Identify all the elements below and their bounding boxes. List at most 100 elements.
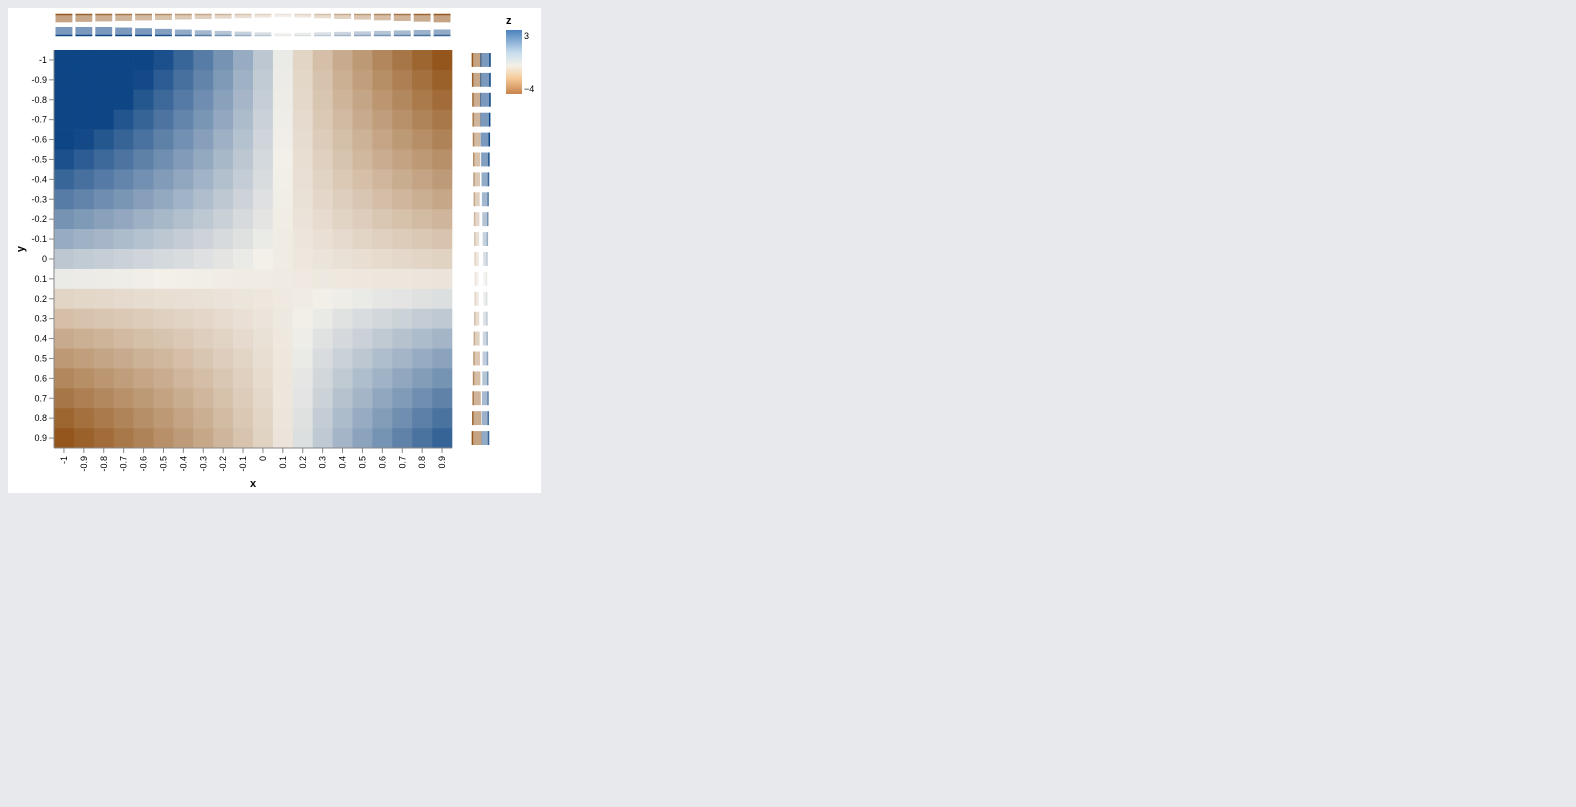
heatmap-cell	[352, 149, 373, 170]
heatmap-cell	[312, 268, 333, 290]
heatmap-cell	[213, 408, 234, 429]
heatmap-cell	[412, 129, 433, 150]
heatmap-cell	[412, 388, 433, 409]
x-tick-label: 0.8	[417, 456, 427, 469]
heatmap-cell	[253, 89, 274, 110]
heatmap-cell	[372, 229, 393, 250]
y-tick-label: -0.3	[31, 194, 47, 204]
heatmap-cell	[233, 89, 254, 110]
heatmap-cell	[372, 348, 393, 369]
heatmap-cell	[73, 229, 95, 250]
heatmap-cell	[193, 308, 214, 329]
heatmap-cell	[233, 408, 254, 429]
heatmap-cell	[153, 368, 174, 389]
heatmap-cell	[113, 368, 134, 389]
heatmap-cell	[432, 109, 453, 130]
heatmap-cell	[213, 209, 234, 230]
heatmap-cell	[312, 69, 333, 91]
heatmap-cell	[93, 408, 114, 429]
heatmap-cell	[372, 109, 393, 130]
heatmap-cell	[113, 89, 134, 110]
heatmap-cell	[312, 129, 333, 150]
x-tick-label: 0.7	[397, 456, 407, 469]
right-marginal-strip	[474, 271, 488, 286]
x-tick-label: -0.3	[198, 456, 208, 472]
heatmap-cell	[133, 209, 154, 230]
legend-gradient-bar	[506, 30, 522, 94]
right-marginal-strip	[473, 192, 489, 207]
heatmap-cell	[193, 388, 214, 409]
heatmap-cell	[412, 69, 433, 91]
heatmap-cell	[432, 129, 453, 150]
heatmap-cell	[93, 189, 114, 210]
heatmap-cell	[133, 408, 154, 429]
heatmap-cell	[432, 249, 453, 270]
heatmap-cell	[292, 50, 313, 71]
y-tick-label: -0.2	[31, 214, 47, 224]
heatmap-cell	[54, 189, 75, 210]
x-tick-label: 0.2	[298, 456, 308, 469]
heatmap-cell	[233, 149, 254, 170]
heatmap-cell	[292, 328, 313, 349]
heatmap-cell	[253, 69, 274, 91]
heatmap-cell	[352, 348, 373, 369]
heatmap-cell	[332, 388, 353, 409]
x-tick-label: -0.4	[178, 456, 188, 472]
heatmap-cell	[352, 428, 373, 449]
y-tick-label: -0.9	[31, 75, 47, 85]
heatmap-cell	[113, 129, 134, 150]
heatmap-cell	[173, 249, 194, 270]
heatmap-cell	[332, 249, 353, 270]
heatmap-cell	[372, 209, 393, 230]
heatmap-cell	[412, 89, 433, 110]
heatmap-cell	[272, 169, 294, 190]
heatmap-cell	[312, 388, 333, 409]
right-marginal-strip	[472, 371, 489, 386]
heatmap-cell	[133, 169, 154, 190]
heatmap-cell	[193, 109, 214, 130]
heatmap-cell	[432, 268, 453, 290]
heatmap-cell	[352, 109, 373, 130]
heatmap-cell	[153, 229, 174, 250]
heatmap-cell	[73, 268, 95, 290]
heatmap-cell	[93, 249, 114, 270]
x-tick-label: 0.6	[377, 456, 387, 469]
y-tick-label: 0	[42, 254, 47, 264]
right-marginal-strip	[471, 72, 491, 87]
heatmap-cell	[193, 328, 214, 349]
heatmap-cell	[352, 368, 373, 389]
heatmap-cell	[253, 169, 274, 190]
y-tick-label: 0.6	[34, 373, 47, 383]
heatmap-cell	[392, 149, 413, 170]
heatmap-cell	[133, 229, 154, 250]
heatmap-cell	[392, 328, 413, 349]
right-marginal-high-band	[480, 92, 490, 107]
heatmap-cell	[233, 348, 254, 369]
top-marginal-strip	[194, 13, 212, 37]
heatmap-cell	[332, 308, 353, 329]
heatmap-cell	[93, 268, 114, 290]
heatmap-cell	[312, 368, 333, 389]
heatmap-cell	[432, 69, 453, 91]
heatmap-cell	[332, 229, 353, 250]
heatmap-cell	[113, 50, 134, 71]
heatmap-cell	[73, 109, 95, 130]
heatmap-cell	[54, 428, 75, 449]
heatmap-cell	[153, 209, 174, 230]
heatmap-cell	[193, 348, 214, 369]
heatmap-cell	[412, 368, 433, 389]
heatmap-cell	[133, 328, 154, 349]
heatmap-cell	[213, 308, 234, 329]
heatmap-cell	[73, 89, 95, 110]
heatmap-cell	[352, 129, 373, 150]
heatmap-cell	[432, 50, 453, 71]
heatmap-cell	[113, 229, 134, 250]
heatmap-cell	[133, 249, 154, 270]
heatmap-cell	[332, 428, 353, 449]
heatmap-cell	[54, 368, 75, 389]
heatmap-cell	[173, 189, 194, 210]
heatmap-cell	[432, 229, 453, 250]
heatmap-cell	[292, 308, 313, 329]
heatmap-cell	[54, 268, 75, 290]
heatmap-cell	[412, 428, 433, 449]
